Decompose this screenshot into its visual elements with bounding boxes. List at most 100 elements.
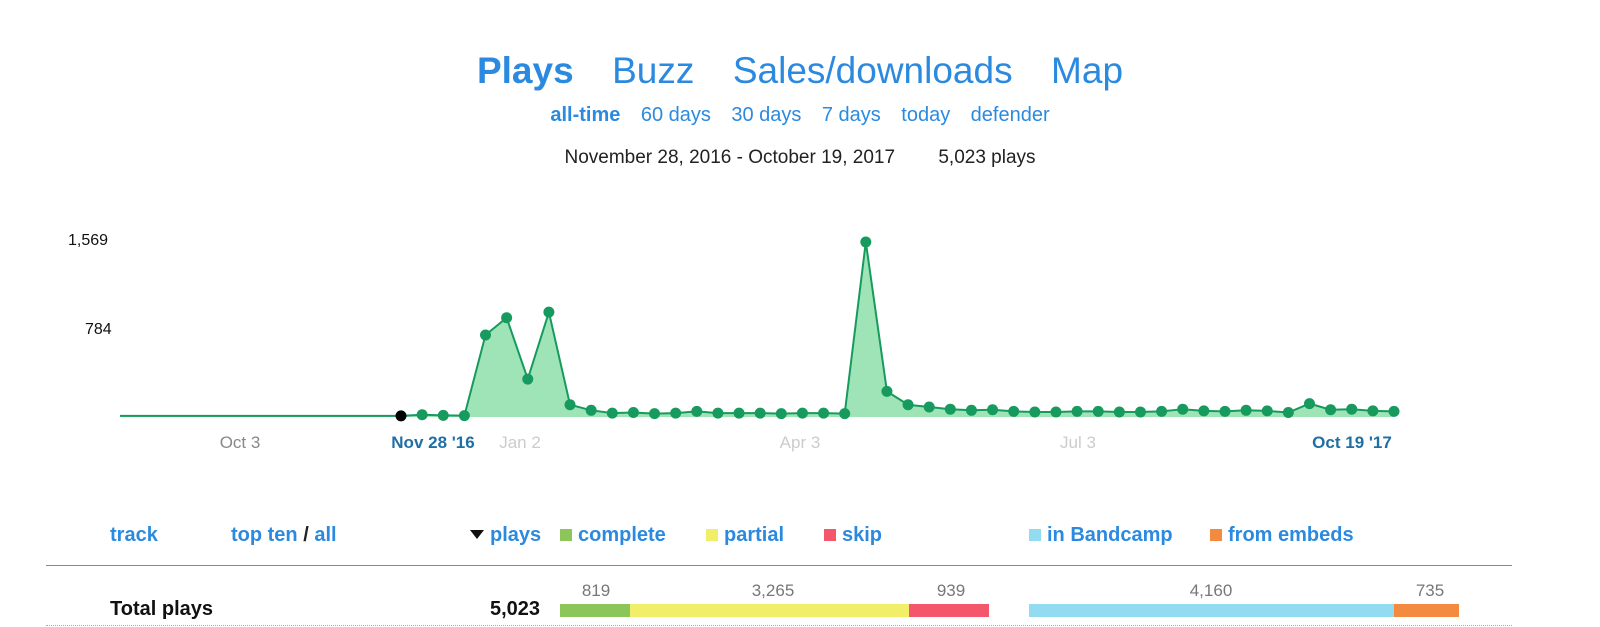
x-tick-label-end: Oct 19 '17 xyxy=(1312,433,1392,452)
separator: / xyxy=(303,524,309,546)
summary-line: November 28, 2016 - October 19, 2017 5,0… xyxy=(0,147,1600,169)
data-point xyxy=(1240,404,1252,416)
plays-line xyxy=(120,241,1395,417)
header-divider xyxy=(46,565,1512,566)
partial-swatch-icon xyxy=(706,529,718,541)
data-point xyxy=(691,405,703,417)
in-bandcamp-label: in Bandcamp xyxy=(1047,524,1173,546)
from-embeds-count: 735 xyxy=(1415,581,1445,600)
data-point xyxy=(733,407,745,419)
complete-count: 819 xyxy=(581,581,611,600)
data-point xyxy=(1325,404,1337,416)
data-point xyxy=(416,409,428,421)
start-point xyxy=(395,410,407,422)
skip-count: 939 xyxy=(936,581,966,600)
total-plays-value: 5,023 xyxy=(490,598,541,620)
x-tick-label: Oct 3 xyxy=(219,433,261,452)
filter-group: top ten / all xyxy=(231,524,337,547)
data-point xyxy=(1029,406,1041,418)
skip-bar xyxy=(908,604,989,617)
data-point xyxy=(670,407,682,419)
skip-swatch-icon xyxy=(824,529,836,541)
in-bandcamp-swatch-icon xyxy=(1029,529,1041,541)
from-embeds-bar xyxy=(1394,604,1459,617)
x-tick-label: Apr 3 xyxy=(779,433,821,452)
x-tick-label: Jul 3 xyxy=(1060,433,1096,452)
x-tick-label-start: Nov 28 '16 xyxy=(391,433,475,452)
skip-label: skip xyxy=(842,524,883,546)
partial-label: partial xyxy=(724,524,785,546)
complete-header[interactable]: complete xyxy=(560,524,666,547)
data-point xyxy=(1198,405,1210,417)
range-60-days[interactable]: 60 days xyxy=(641,104,711,127)
data-point xyxy=(1071,405,1083,417)
partial-bar xyxy=(629,604,909,617)
data-point xyxy=(1113,406,1125,418)
data-point xyxy=(987,404,999,416)
data-point xyxy=(585,404,597,416)
tab-buzz[interactable]: Buzz xyxy=(612,50,694,92)
plays-sort-header[interactable]: plays xyxy=(470,524,541,547)
data-point xyxy=(839,408,851,420)
data-point xyxy=(712,407,724,419)
data-point xyxy=(543,306,555,318)
data-point xyxy=(881,385,893,397)
tab-plays[interactable]: Plays xyxy=(477,50,574,92)
x-tick-label: Jan 2 xyxy=(499,433,541,452)
data-point xyxy=(649,408,661,420)
skip-header[interactable]: skip xyxy=(824,524,882,547)
data-point xyxy=(627,407,639,419)
in-bandcamp-count: 4,160 xyxy=(1189,581,1233,600)
tab-sales-downloads[interactable]: Sales/downloads xyxy=(733,50,1013,92)
range-today[interactable]: today xyxy=(901,104,950,127)
data-point xyxy=(437,409,449,421)
data-point xyxy=(775,408,787,420)
plays-chart xyxy=(120,236,1400,422)
data-point xyxy=(501,312,513,324)
data-point xyxy=(458,410,470,422)
data-point xyxy=(1388,405,1400,417)
total-plays-label: Total plays xyxy=(110,598,213,620)
range-7-days[interactable]: 7 days xyxy=(822,104,881,127)
sort-desc-icon xyxy=(470,530,484,539)
data-point xyxy=(1177,403,1189,415)
track-header[interactable]: track xyxy=(110,524,158,547)
data-point xyxy=(1092,405,1104,417)
tab-map[interactable]: Map xyxy=(1051,50,1123,92)
data-point xyxy=(564,399,576,411)
data-point xyxy=(1050,406,1062,418)
top-ten-link[interactable]: top ten xyxy=(231,524,298,546)
total-plays-text: 5,023 plays xyxy=(938,147,1036,168)
in-bandcamp-header[interactable]: in Bandcamp xyxy=(1029,524,1173,547)
partial-header[interactable]: partial xyxy=(706,524,784,547)
data-point xyxy=(1219,405,1231,417)
data-point xyxy=(1008,405,1020,417)
complete-bar xyxy=(560,604,630,617)
stats-tabs: Plays Buzz Sales/downloads Map xyxy=(0,50,1600,92)
data-point xyxy=(522,373,534,385)
data-point xyxy=(796,407,808,419)
data-point xyxy=(1346,403,1358,415)
from-embeds-swatch-icon xyxy=(1210,529,1222,541)
range-30-days[interactable]: 30 days xyxy=(731,104,801,127)
partial-count: 3,265 xyxy=(751,581,795,600)
data-point xyxy=(480,329,492,341)
data-point xyxy=(1367,405,1379,417)
all-link[interactable]: all xyxy=(314,524,336,546)
data-point xyxy=(1156,405,1168,417)
complete-label: complete xyxy=(578,524,666,546)
data-point xyxy=(606,407,618,419)
data-point xyxy=(1282,407,1294,419)
data-point xyxy=(944,403,956,415)
range-all-time[interactable]: all-time xyxy=(550,104,620,127)
from-embeds-header[interactable]: from embeds xyxy=(1210,524,1354,547)
range-defender[interactable]: defender xyxy=(971,104,1050,127)
data-point xyxy=(1261,405,1273,417)
date-range-text: November 28, 2016 - October 19, 2017 xyxy=(564,147,896,168)
complete-swatch-icon xyxy=(560,529,572,541)
data-point xyxy=(1303,398,1315,410)
data-point xyxy=(818,407,830,419)
data-point xyxy=(923,401,935,413)
row-divider xyxy=(46,625,1512,626)
in-bandcamp-bar xyxy=(1029,604,1395,617)
